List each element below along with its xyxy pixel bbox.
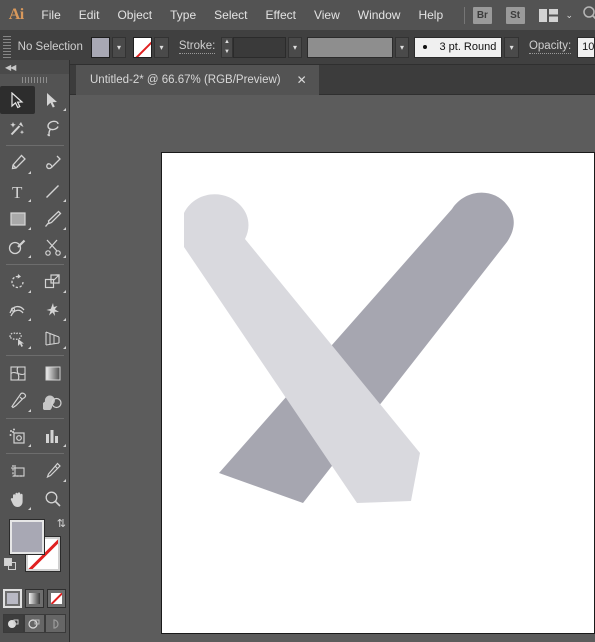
menu-item-type[interactable]: Type (161, 0, 205, 30)
fill-color-indicator[interactable] (9, 519, 45, 555)
column-graph-tool[interactable] (35, 422, 70, 450)
direct-selection-tool[interactable] (35, 86, 70, 114)
brush-definition-label: 3 pt. Round (439, 41, 497, 53)
tools-divider (6, 418, 64, 419)
default-fill-stroke-icon[interactable] (4, 558, 18, 572)
magic-wand-tool[interactable] (0, 114, 35, 142)
menu-bar: Ai File Edit Object Type Select Effect V… (0, 0, 595, 30)
stroke-weight-label[interactable]: Stroke: (178, 40, 216, 54)
free-transform-tool[interactable] (35, 296, 70, 324)
type-tool[interactable]: T (0, 177, 35, 205)
variable-width-chevron-down-icon[interactable]: ▾ (394, 36, 410, 58)
tools-panel-grip[interactable] (0, 74, 69, 86)
svg-text:T: T (12, 183, 23, 200)
opacity-label[interactable]: Opacity: (528, 40, 572, 54)
tools-divider (6, 355, 64, 356)
document-canvas[interactable] (70, 95, 595, 642)
rotate-tool[interactable] (0, 268, 35, 296)
workspace-layout-icon[interactable] (538, 8, 558, 22)
collapse-panel-icon[interactable]: ◀◀ (5, 63, 16, 72)
draw-normal-button[interactable] (3, 614, 24, 633)
bridge-button[interactable]: Br (473, 6, 492, 24)
document-tab-bar: Untitled-2* @ 66.67% (RGB/Preview) ✕ (70, 65, 595, 95)
tools-divider (6, 145, 64, 146)
slice-tool[interactable] (35, 457, 70, 485)
draw-behind-button[interactable] (24, 614, 45, 633)
menu-item-help[interactable]: Help (409, 0, 452, 30)
menu-item-view[interactable]: View (305, 0, 349, 30)
document-tab-title: Untitled-2* @ 66.67% (RGB/Preview) (90, 74, 281, 86)
stroke-color-swatch[interactable] (133, 36, 153, 58)
none-mode-button[interactable] (47, 589, 66, 608)
tools-panel-header: ◀◀ (0, 60, 69, 74)
tools-divider (6, 264, 64, 265)
shape-builder-tool[interactable] (0, 324, 35, 352)
paintbrush-tool[interactable] (35, 205, 70, 233)
artboard[interactable] (161, 152, 595, 634)
gradient-tool[interactable] (35, 359, 70, 387)
brush-preview-icon (423, 45, 428, 49)
draw-mode-row (0, 614, 69, 633)
selection-status-label: No Selection (17, 41, 83, 53)
shaper-tool[interactable] (0, 233, 35, 261)
draw-inside-button[interactable] (45, 614, 66, 633)
swap-fill-stroke-icon[interactable]: ⇅ (57, 517, 66, 530)
stroke-weight-stepper[interactable]: ▲ ▼ (221, 36, 233, 58)
chevron-down-icon[interactable]: ⌄ (566, 10, 574, 21)
scale-tool[interactable] (35, 268, 70, 296)
document-tab[interactable]: Untitled-2* @ 66.67% (RGB/Preview) ✕ (76, 65, 319, 95)
stroke-weight-chevron-down-icon[interactable]: ▾ (287, 36, 303, 58)
stroke-swatch-chevron-down-icon[interactable]: ▾ (154, 36, 169, 58)
zoom-tool[interactable] (35, 485, 70, 513)
hand-tool[interactable] (0, 485, 35, 513)
menu-item-edit[interactable]: Edit (70, 0, 109, 30)
lasso-tool[interactable] (35, 114, 70, 142)
control-bar-grip[interactable] (3, 36, 11, 58)
selection-tool[interactable] (0, 86, 35, 114)
brush-definition-field[interactable]: 3 pt. Round (414, 36, 503, 58)
scissors-tool[interactable] (35, 233, 70, 261)
app-logo-icon: Ai (8, 6, 25, 23)
menu-divider (464, 6, 465, 24)
menu-item-object[interactable]: Object (108, 0, 161, 30)
tools-panel: ◀◀ T ⇅ (0, 60, 70, 642)
close-icon[interactable]: ✕ (297, 74, 307, 86)
tools-grid: T (0, 86, 70, 513)
fill-mode-row (0, 589, 69, 608)
artboard-tool[interactable] (0, 457, 35, 485)
fill-stroke-controls: ⇅ (0, 517, 70, 587)
perspective-grid-tool[interactable] (35, 324, 70, 352)
stock-button[interactable]: St (505, 6, 525, 24)
variable-width-profile-input[interactable] (307, 36, 393, 58)
tools-divider (6, 453, 64, 454)
brush-definition-chevron-down-icon[interactable]: ▾ (504, 36, 519, 58)
artwork-crossed-strokes-x-shape[interactable] (162, 153, 595, 635)
fill-swatch-chevron-down-icon[interactable]: ▾ (111, 36, 127, 58)
fill-color-swatch[interactable] (90, 36, 110, 58)
curvature-tool[interactable] (35, 149, 70, 177)
search-icon[interactable] (583, 5, 595, 25)
symbol-sprayer-tool[interactable] (0, 422, 35, 450)
illustrator-window: Ai File Edit Object Type Select Effect V… (0, 0, 595, 642)
mesh-tool[interactable] (0, 359, 35, 387)
width-tool[interactable] (0, 296, 35, 324)
control-bar: No Selection ▾ ▾ Stroke: ▲ ▼ ▾ ▾ 3 pt. Ro… (0, 30, 595, 65)
blend-tool[interactable] (35, 387, 70, 415)
menu-item-window[interactable]: Window (349, 0, 410, 30)
menu-item-effect[interactable]: Effect (257, 0, 305, 30)
menu-item-file[interactable]: File (32, 0, 69, 30)
line-segment-tool[interactable] (35, 177, 70, 205)
rectangle-tool[interactable] (0, 205, 35, 233)
stroke-weight-input[interactable] (232, 36, 286, 58)
opacity-input[interactable]: 10 (577, 36, 595, 58)
color-mode-button[interactable] (3, 589, 22, 608)
pen-tool[interactable] (0, 149, 35, 177)
menu-item-select[interactable]: Select (205, 0, 256, 30)
gradient-mode-button[interactable] (25, 589, 44, 608)
eyedropper-tool[interactable] (0, 387, 35, 415)
